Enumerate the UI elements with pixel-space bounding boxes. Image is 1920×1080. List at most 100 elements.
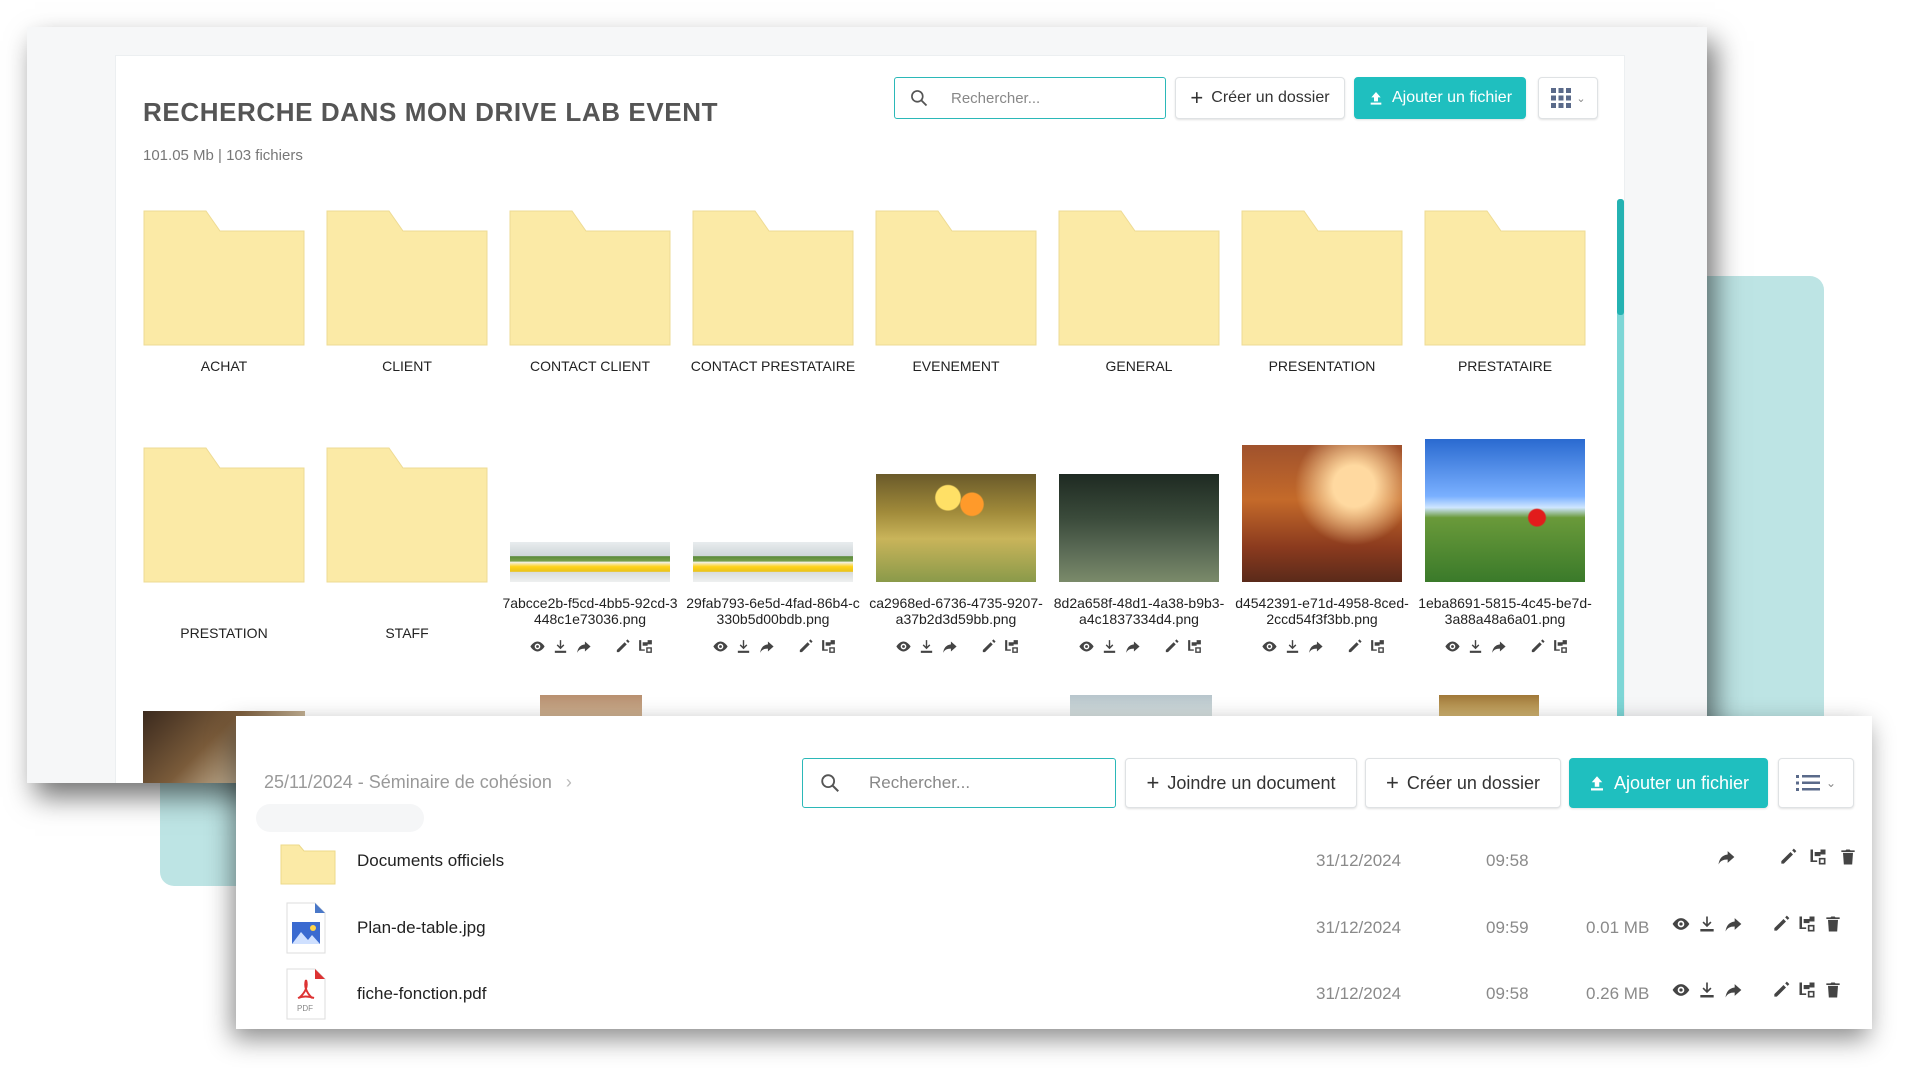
download-icon[interactable] — [1697, 914, 1717, 934]
breadcrumb-separator: › — [565, 772, 572, 792]
move-icon[interactable] — [820, 638, 837, 655]
folder-name: PRESENTATION — [1268, 358, 1376, 374]
share-icon[interactable] — [1723, 980, 1743, 1000]
add-file-button[interactable]: Ajouter un fichier — [1569, 758, 1768, 808]
share-icon[interactable] — [758, 638, 775, 655]
folder-name: GENERAL — [1105, 358, 1173, 374]
item-name: fiche-fonction.pdf — [357, 984, 487, 1003]
eye-icon[interactable] — [895, 638, 912, 655]
row-actions — [1671, 914, 1843, 934]
breadcrumb-placeholder — [256, 804, 424, 832]
pdf-badge: PDF — [297, 1004, 313, 1013]
download-icon[interactable] — [552, 638, 569, 655]
eye-icon[interactable] — [1671, 980, 1691, 1000]
item-name: Plan-de-table.jpg — [357, 918, 486, 937]
folder-icon — [326, 210, 488, 346]
plus-icon: + — [1190, 85, 1204, 110]
trash-icon[interactable] — [1823, 914, 1843, 934]
item-size: 0.01 MB — [1586, 918, 1650, 937]
folder-name: EVENEMENT — [912, 358, 1000, 374]
move-icon[interactable] — [1808, 847, 1828, 867]
list-item[interactable]: Plan-de-table.jpg 31/12/2024 09:59 0.01 … — [236, 898, 1872, 960]
folder-icon — [1058, 210, 1220, 346]
file-thumbnail[interactable] — [693, 542, 853, 582]
folder-search-input[interactable]: Rechercher... — [802, 758, 1116, 808]
join-document-button[interactable]: + Joindre un document — [1125, 758, 1357, 808]
pencil-icon[interactable] — [1163, 638, 1180, 655]
file-thumbnail[interactable] — [510, 542, 670, 582]
view-toggle-button[interactable]: ⌄ — [1778, 758, 1854, 808]
pencil-icon[interactable] — [1771, 980, 1791, 1000]
download-icon[interactable] — [735, 638, 752, 655]
download-icon[interactable] — [1467, 638, 1484, 655]
file-name: 7abcce2b-f5cd-4bb5-92cd-3448c1e73036.png — [502, 595, 678, 627]
scrollbar-thumb[interactable] — [1617, 199, 1624, 315]
join-document-label: Joindre un document — [1167, 772, 1336, 793]
pencil-icon[interactable] — [1346, 638, 1363, 655]
share-icon[interactable] — [575, 638, 592, 655]
download-icon[interactable] — [1284, 638, 1301, 655]
breadcrumb-current[interactable]: 25/11/2024 - Séminaire de cohésion — [264, 772, 552, 792]
file-actions — [529, 638, 654, 655]
eye-icon[interactable] — [712, 638, 729, 655]
pencil-icon[interactable] — [614, 638, 631, 655]
create-folder-button[interactable]: + Créer un dossier — [1365, 758, 1561, 808]
item-size: 0.26 MB — [1586, 984, 1650, 1003]
eye-icon[interactable] — [1444, 638, 1461, 655]
move-icon[interactable] — [1797, 914, 1817, 934]
file-name: ca2968ed-6736-4735-9207-a37b2d3d59bb.png — [869, 595, 1043, 627]
folder-icon — [692, 210, 854, 346]
download-icon[interactable] — [1101, 638, 1118, 655]
move-icon[interactable] — [1552, 638, 1569, 655]
breadcrumb: 25/11/2024 - Séminaire de cohésion › — [264, 772, 572, 793]
file-actions — [1261, 638, 1386, 655]
share-icon[interactable] — [1124, 638, 1141, 655]
eye-icon[interactable] — [1078, 638, 1095, 655]
trash-icon[interactable] — [1823, 980, 1843, 1000]
folder-name: PRESTATION — [180, 625, 268, 641]
move-icon[interactable] — [1003, 638, 1020, 655]
pencil-icon[interactable] — [1778, 847, 1798, 867]
file-actions — [895, 638, 1020, 655]
move-icon[interactable] — [1186, 638, 1203, 655]
pencil-icon[interactable] — [980, 638, 997, 655]
move-icon[interactable] — [1369, 638, 1386, 655]
eye-icon[interactable] — [529, 638, 546, 655]
download-icon[interactable] — [918, 638, 935, 655]
download-icon[interactable] — [1697, 980, 1717, 1000]
pencil-icon[interactable] — [797, 638, 814, 655]
item-time: 09:58 — [1486, 851, 1529, 870]
trash-icon[interactable] — [1838, 847, 1858, 867]
folder-name: CONTACT PRESTATAIRE — [690, 358, 856, 374]
row-actions — [1716, 847, 1858, 867]
share-icon[interactable] — [1723, 914, 1743, 934]
share-icon[interactable] — [1490, 638, 1507, 655]
upload-icon — [1370, 92, 1382, 105]
pencil-icon[interactable] — [1771, 914, 1791, 934]
file-thumbnail[interactable] — [1242, 445, 1402, 582]
share-icon[interactable] — [1716, 847, 1736, 867]
share-icon[interactable] — [941, 638, 958, 655]
share-icon[interactable] — [1307, 638, 1324, 655]
pencil-icon[interactable] — [1529, 638, 1546, 655]
move-icon[interactable] — [1797, 980, 1817, 1000]
create-folder-label: Créer un dossier — [1211, 89, 1330, 106]
drive-search-input[interactable]: Rechercher... — [894, 77, 1166, 119]
drive-panel — [115, 55, 1625, 783]
list-item[interactable]: Documents officiels 31/12/2024 09:58 — [236, 831, 1872, 893]
file-thumbnail[interactable] — [1425, 439, 1585, 582]
move-icon[interactable] — [637, 638, 654, 655]
create-folder-button[interactable]: + Créer un dossier — [1175, 77, 1345, 119]
eye-icon[interactable] — [1261, 638, 1278, 655]
eye-icon[interactable] — [1671, 914, 1691, 934]
folder-name: CONTACT CLIENT — [529, 358, 651, 374]
list-item[interactable]: PDF fiche-fonction.pdf 31/12/2024 09:58 … — [236, 964, 1872, 1026]
file-thumbnail[interactable] — [1059, 474, 1219, 582]
file-actions — [1078, 638, 1203, 655]
item-date: 31/12/2024 — [1316, 851, 1402, 870]
upload-icon — [1590, 776, 1603, 791]
file-thumbnail[interactable] — [876, 474, 1036, 582]
add-file-label: Ajouter un fichier — [1391, 89, 1513, 106]
view-toggle-button[interactable]: ⌄ — [1538, 77, 1598, 119]
add-file-button[interactable]: Ajouter un fichier — [1354, 77, 1526, 119]
